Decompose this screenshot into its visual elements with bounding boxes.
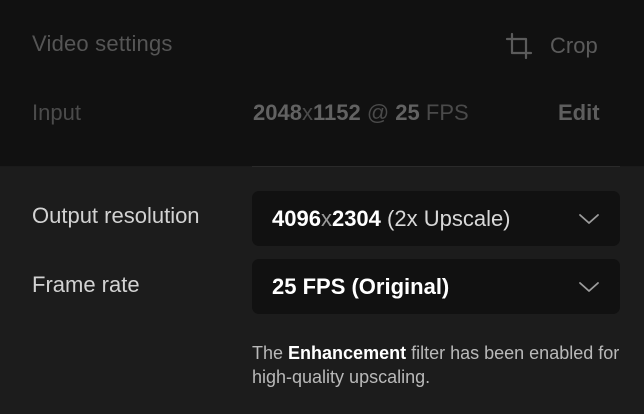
output-width: 4096 xyxy=(272,205,321,231)
panel-title: Video settings xyxy=(32,31,173,56)
input-at-sign: @ xyxy=(366,100,390,125)
info-prefix: The xyxy=(252,343,284,363)
output-resolution-value: 4096x2304 (2x Upscale) xyxy=(272,206,578,232)
enhancement-info-text: The Enhancement filter has been enabled … xyxy=(252,341,632,389)
input-width: 2048 xyxy=(253,100,302,125)
input-fps-unit: FPS xyxy=(425,100,469,125)
output-resolution-label: Output resolution xyxy=(32,203,200,228)
edit-input-button[interactable]: Edit xyxy=(558,100,600,126)
input-label: Input xyxy=(32,100,81,125)
crop-icon xyxy=(504,31,534,61)
output-upscale-note: (2x Upscale) xyxy=(387,205,511,231)
input-resolution-value: 2048x1152 @ 25 FPS xyxy=(253,100,469,126)
info-enhancement-emphasis: Enhancement xyxy=(288,343,407,363)
frame-rate-value: 25 FPS (Original) xyxy=(272,274,578,300)
video-settings-panel: Video settings Crop Input 2048x1152 @ 25… xyxy=(0,0,644,414)
chevron-down-icon xyxy=(578,208,600,230)
input-fps: 25 xyxy=(395,100,420,125)
crop-label: Crop xyxy=(550,33,598,58)
chevron-down-icon xyxy=(578,276,600,298)
output-times-sign: x xyxy=(320,205,332,231)
input-times-sign: x xyxy=(301,100,313,125)
frame-rate-select[interactable]: 25 FPS (Original) xyxy=(252,259,620,314)
output-height: 2304 xyxy=(331,205,381,231)
input-height: 1152 xyxy=(312,100,361,125)
input-section: Video settings Crop Input 2048x1152 @ 25… xyxy=(0,0,644,166)
frame-rate-text: 25 FPS (Original) xyxy=(272,273,450,299)
crop-button[interactable]: Crop xyxy=(500,26,620,66)
output-resolution-select[interactable]: 4096x2304 (2x Upscale) xyxy=(252,191,620,246)
frame-rate-label: Frame rate xyxy=(32,272,140,297)
